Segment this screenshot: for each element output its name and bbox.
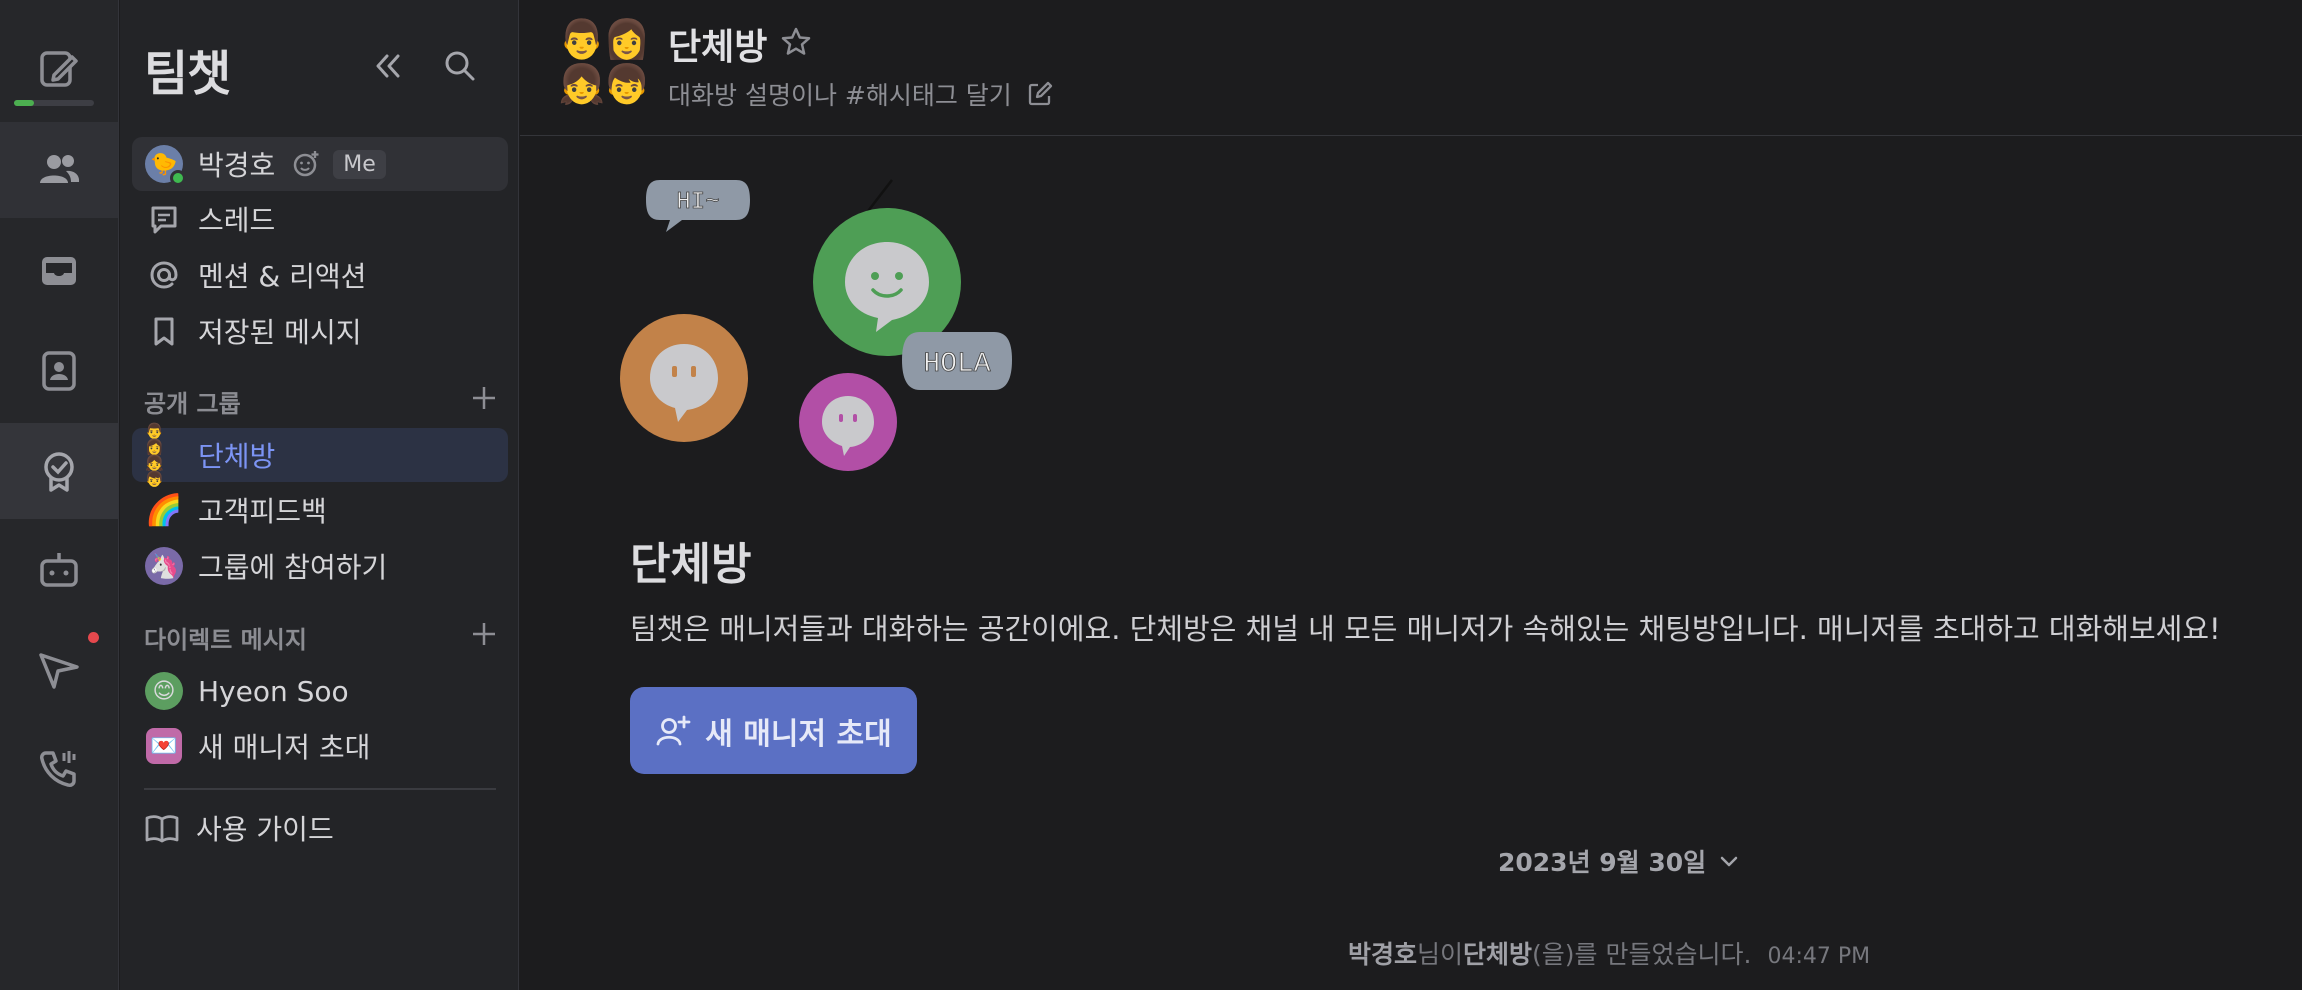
- add-status-emoji-icon[interactable]: [291, 149, 321, 179]
- sidebar-item-label: 사용 가이드: [196, 813, 334, 846]
- bot-rail-button[interactable]: [0, 522, 118, 618]
- edit-icon: [1028, 81, 1052, 106]
- sidebar-item-label: 그룹에 참여하기: [198, 551, 388, 584]
- chat-description-field[interactable]: 대화방 설명이나 #해시태그 달기: [668, 76, 1054, 112]
- inbox-icon: [42, 257, 76, 285]
- system-message-text2: (을)를 만들었습니다.: [1532, 940, 1752, 969]
- my-name: 박경호: [198, 149, 276, 182]
- team-chat-sidebar: 팀챗 🐤 박경호 Me 스레드 멘션 & 리액션 저장된 메시지 공개 그룹 👨…: [120, 0, 519, 990]
- chat-header: 👨 👩 👧 👦 단체방 대화방 설명이나 #해시태그 달기: [520, 0, 2302, 136]
- send-icon: [39, 653, 79, 689]
- room-title: 단체방: [630, 539, 752, 590]
- award-check-icon: [44, 452, 74, 492]
- app-rail: [0, 0, 119, 990]
- team-chat-rail-button[interactable]: [0, 122, 118, 218]
- people-icon: [40, 155, 80, 183]
- public-groups-header: 공개 그룹: [144, 390, 241, 418]
- sidebar-item-label: 새 매니저 초대: [198, 731, 371, 764]
- sidebar-item-invite-manager[interactable]: 💌 새 매니저 초대: [132, 719, 508, 773]
- date-divider[interactable]: 2023년 9월 30일: [1498, 843, 1740, 879]
- sidebar-item-group-room[interactable]: 👨👩 👧👦 단체방: [132, 423, 508, 487]
- system-message-actor: 박경호: [1348, 940, 1418, 969]
- phone-icon: [40, 751, 76, 787]
- notification-dot: [88, 632, 99, 643]
- rainbow-emoji-icon: 🌈: [145, 492, 183, 528]
- sidebar-title: 팀챗: [144, 46, 231, 102]
- bookmark-icon: [154, 317, 174, 346]
- family-emoji-icon: 👨👩👧👦: [145, 422, 164, 488]
- plus-icon: [473, 623, 495, 645]
- add-direct-message-button[interactable]: [466, 616, 502, 652]
- app-window: 팀챗 🐤 박경호 Me 스레드 멘션 & 리액션 저장된 메시지 공개 그룹 👨…: [0, 0, 2302, 990]
- my-avatar: 🐤: [144, 144, 186, 186]
- sidebar-item-label: 스레드: [198, 204, 276, 237]
- invite-manager-button[interactable]: 새 매니저 초대: [630, 687, 917, 774]
- sidebar-item-me[interactable]: 🐤 박경호 Me: [132, 137, 508, 191]
- sidebar-item-mentions[interactable]: 멘션 & 리액션: [132, 248, 508, 302]
- star-icon[interactable]: [778, 24, 814, 60]
- contact-card-icon: [42, 351, 76, 391]
- system-message-room: 단체방: [1463, 940, 1533, 969]
- sidebar-divider: [144, 788, 496, 790]
- inbox-rail-button[interactable]: [0, 222, 118, 318]
- welcome-illustration: HI~ HOLA: [620, 179, 1012, 471]
- phone-rail-button[interactable]: [0, 720, 118, 816]
- love-letter-emoji-icon: 💌: [146, 728, 182, 764]
- add-user-icon: [656, 715, 691, 745]
- bubble-hi-text: HI~: [676, 189, 719, 216]
- bubble-hola-text: HOLA: [923, 349, 990, 380]
- sidebar-item-label: 단체방: [198, 440, 276, 473]
- bot-icon: [40, 553, 78, 587]
- family-emoji-icon: 👨👩👧👦: [558, 17, 651, 106]
- contacts-rail-button[interactable]: [0, 322, 118, 418]
- sidebar-item-threads[interactable]: 스레드: [132, 192, 508, 246]
- me-badge: Me: [333, 149, 386, 179]
- date-label: 2023년 9월 30일: [1498, 848, 1707, 877]
- compose-icon: [40, 51, 78, 87]
- unicorn-emoji-icon: 🦄: [145, 547, 183, 585]
- invite-button-label: 새 매니저 초대: [705, 716, 892, 752]
- sidebar-item-label: Hyeon Soo: [198, 674, 349, 708]
- sidebar-item-label: 멘션 & 리액션: [198, 260, 367, 293]
- search-icon: [445, 51, 475, 81]
- plus-icon: [473, 387, 495, 409]
- chat-title: 단체방: [668, 27, 768, 68]
- sidebar-item-customer-feedback[interactable]: 🌈 고객피드백: [132, 483, 508, 537]
- smile-emoji-avatar: 😊: [145, 672, 183, 710]
- chat-main: 👨 👩 👧 👦 단체방 대화방 설명이나 #해시태그 달기 HI~ HOLA 단…: [520, 0, 2302, 990]
- online-status-dot: [170, 170, 186, 186]
- sidebar-item-user-guide[interactable]: 사용 가이드: [130, 801, 506, 855]
- thread-icon: [151, 206, 177, 234]
- chat-description-placeholder: 대화방 설명이나 #해시태그 달기: [668, 81, 1012, 110]
- sidebar-item-label: 고객피드백: [198, 495, 327, 528]
- collapse-sidebar-button[interactable]: [366, 44, 410, 88]
- add-public-group-button[interactable]: [466, 380, 502, 416]
- sidebar-item-saved[interactable]: 저장된 메시지: [132, 304, 508, 358]
- system-message-text1: 님이: [1417, 940, 1464, 969]
- double-chevron-left-icon: [376, 54, 400, 78]
- usage-progress-fill: [14, 100, 34, 106]
- usage-progress-bar: [14, 100, 94, 106]
- system-message-time: 04:47 PM: [1767, 944, 1871, 969]
- search-button[interactable]: [438, 44, 482, 88]
- book-open-icon: [145, 815, 179, 843]
- sidebar-item-dm-hyeon-soo[interactable]: 😊 Hyeon Soo: [132, 664, 508, 718]
- sidebar-item-label: 저장된 메시지: [198, 316, 362, 349]
- direct-messages-header: 다이렉트 메시지: [144, 626, 307, 654]
- room-description: 팀챗은 매니저들과 대화하는 공간이에요. 단체방은 채널 내 모든 매니저가 …: [630, 612, 2221, 646]
- system-message: 박경호 님이 단체방 (을)를 만들었습니다. 04:47 PM: [1348, 935, 1870, 971]
- chevron-down-icon: [1720, 856, 1738, 867]
- at-icon: [150, 261, 178, 289]
- badge-rail-button[interactable]: [0, 423, 118, 519]
- send-rail-button[interactable]: [0, 622, 118, 718]
- sidebar-item-join-group[interactable]: 🦄 그룹에 참여하기: [132, 539, 508, 593]
